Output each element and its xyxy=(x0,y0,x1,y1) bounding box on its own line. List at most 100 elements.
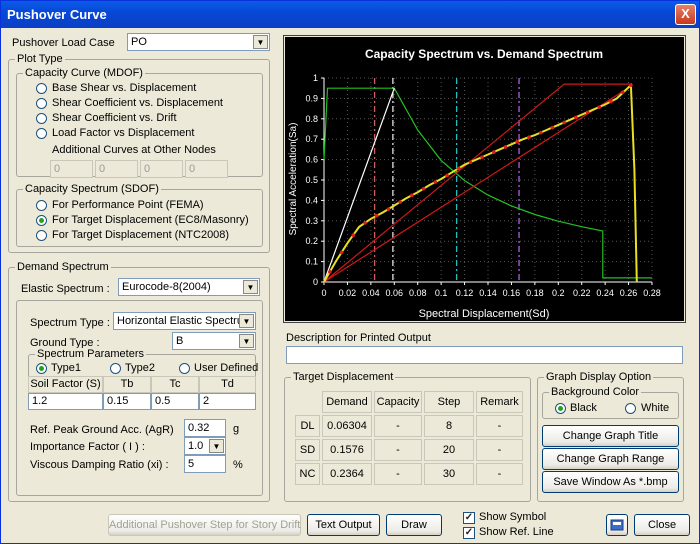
capacity-point xyxy=(503,145,508,149)
capacity-point xyxy=(629,83,633,87)
option-shear-coeff-drift: Shear Coefficient vs. Drift xyxy=(52,112,177,124)
close-button[interactable]: Close xyxy=(634,514,690,536)
tb-field[interactable]: 0.15 xyxy=(103,393,151,410)
load-case-combo[interactable]: PO ▼ xyxy=(127,33,270,51)
demand-spectrum-group: Demand Spectrum Elastic Spectrum : Euroc… xyxy=(8,261,270,502)
capacity-point xyxy=(527,135,531,139)
draw-button[interactable]: Draw xyxy=(386,514,442,536)
spectrum-type-combo[interactable]: Horizontal Elastic Spectrum ▼ xyxy=(113,312,256,330)
x-tick-label: 0.02 xyxy=(339,288,357,298)
spectrum-type-label: Spectrum Type : xyxy=(30,317,110,329)
y-tick-label: 0.7 xyxy=(305,134,318,144)
importance-label: Importance Factor ( I ) : xyxy=(30,441,145,453)
change-graph-title-button[interactable]: Change Graph Title xyxy=(542,425,679,447)
tc-field[interactable]: 0.5 xyxy=(151,393,199,410)
additional-node-field-2[interactable]: 0 xyxy=(95,160,138,178)
ground-type-combo[interactable]: B ▼ xyxy=(172,332,256,350)
option-load-factor: Load Factor vs Displacement xyxy=(52,127,195,139)
spectrum-parameters-title: Spectrum Parameters xyxy=(35,348,146,360)
radio-shear-coeff-disp[interactable] xyxy=(36,98,47,109)
row-label-dl: DL xyxy=(295,415,320,437)
x-tick-label: 0.24 xyxy=(596,288,614,298)
save-window-bmp-button[interactable]: Save Window As *.bmp xyxy=(542,471,679,493)
row-label-sd: SD xyxy=(295,439,320,461)
additional-node-field-1[interactable]: 0 xyxy=(50,160,93,178)
y-tick-label: 1 xyxy=(313,73,318,83)
capacity-point xyxy=(550,125,555,130)
text-output-button[interactable]: Text Output xyxy=(307,514,380,536)
radio-ntc2008[interactable] xyxy=(36,230,47,241)
demand-spectrum-title: Demand Spectrum xyxy=(15,261,111,273)
header-td: Td xyxy=(199,376,256,393)
y-tick-label: 0.2 xyxy=(305,236,318,246)
capacity-point xyxy=(515,140,520,144)
sd-demand: 0.1576 xyxy=(322,439,372,461)
show-symbol-checkbox[interactable]: ✓ xyxy=(463,512,475,524)
x-tick-label: 0.22 xyxy=(573,288,591,298)
radio-performance-point[interactable] xyxy=(36,200,47,211)
radio-type2[interactable] xyxy=(110,363,121,374)
soil-factor-field[interactable]: 1.2 xyxy=(28,393,103,410)
description-field[interactable] xyxy=(286,346,683,364)
capacity-curve-group: Capacity Curve (MDOF) Base Shear vs. Dis… xyxy=(16,67,263,178)
additional-node-field-3[interactable]: 0 xyxy=(140,160,183,178)
damping-field[interactable]: 5 xyxy=(184,455,226,473)
radio-type1[interactable] xyxy=(36,363,47,374)
nc-demand: 0.2364 xyxy=(322,463,372,485)
radio-shear-coeff-drift[interactable] xyxy=(36,113,47,124)
capacity-point xyxy=(468,160,473,165)
agr-field[interactable]: 0.32 xyxy=(184,419,226,437)
additional-pushover-step-button[interactable]: Additional Pushover Step for Story Drift xyxy=(108,514,301,536)
window-close-button[interactable]: X xyxy=(675,4,696,25)
capacity-point xyxy=(620,90,625,95)
option-type2: Type2 xyxy=(125,362,155,374)
radio-ec8-masonry[interactable] xyxy=(36,215,47,226)
option-user-defined: User Defined xyxy=(194,362,259,374)
header-capacity: Capacity xyxy=(374,391,422,413)
option-white: White xyxy=(641,402,670,414)
capacity-point xyxy=(456,166,461,171)
radio-base-shear[interactable] xyxy=(36,83,47,94)
radio-white[interactable] xyxy=(625,403,636,414)
radio-user-defined[interactable] xyxy=(179,363,190,374)
spectrum-type-value: Horizontal Elastic Spectrum xyxy=(117,315,253,327)
capacity-point xyxy=(609,99,613,104)
x-tick-label: 0.1 xyxy=(435,288,448,298)
damping-label: Viscous Damping Ratio (xi) : xyxy=(30,459,169,471)
radio-black[interactable] xyxy=(555,403,566,414)
agr-unit: g xyxy=(233,423,240,435)
y-tick-label: 0.8 xyxy=(305,114,318,124)
help-icon xyxy=(610,519,624,531)
capacity-point xyxy=(562,120,566,125)
show-ref-line-checkbox[interactable]: ✓ xyxy=(463,527,475,539)
dl-step: 8 xyxy=(424,415,474,437)
y-tick-label: 0.1 xyxy=(305,257,318,267)
additional-node-field-4[interactable]: 0 xyxy=(185,160,228,178)
dl-demand: 0.06304 xyxy=(322,415,372,437)
change-graph-range-button[interactable]: Change Graph Range xyxy=(542,448,679,470)
option-ntc2008: For Target Displacement (NTC2008) xyxy=(52,229,230,241)
capacity-spectrum-group: Capacity Spectrum (SDOF) For Performance… xyxy=(16,183,263,247)
y-tick-label: 0.6 xyxy=(305,155,318,165)
capacity-point xyxy=(445,173,449,178)
td-field[interactable]: 2 xyxy=(199,393,256,410)
radio-load-factor[interactable] xyxy=(36,128,47,139)
importance-combo[interactable]: 1.0 ▼ xyxy=(184,437,226,455)
header-tb: Tb xyxy=(103,376,151,393)
option-shear-coeff-disp: Shear Coefficient vs. Displacement xyxy=(52,97,223,109)
nc-step: 30 xyxy=(424,463,474,485)
help-button[interactable] xyxy=(606,514,628,536)
x-tick-label: 0.26 xyxy=(620,288,638,298)
capacity-point xyxy=(433,180,438,184)
importance-value: 1.0 xyxy=(188,440,204,452)
capacity-spectrum-chart: Capacity Spectrum vs. Demand Spectrum Sp… xyxy=(285,37,684,321)
agr-label: Ref. Peak Ground Acc. (AgR) xyxy=(30,424,174,436)
capacity-curve-title: Capacity Curve (MDOF) xyxy=(23,67,145,79)
elastic-spectrum-combo[interactable]: Eurocode-8(2004) ▼ xyxy=(118,278,260,296)
x-tick-label: 0.28 xyxy=(643,288,661,298)
nc-remark: - xyxy=(476,463,523,485)
capacity-point xyxy=(538,130,543,135)
plot-type-title: Plot Type xyxy=(15,53,65,65)
chevron-down-icon: ▼ xyxy=(239,314,254,328)
load-case-value: PO xyxy=(131,36,147,48)
